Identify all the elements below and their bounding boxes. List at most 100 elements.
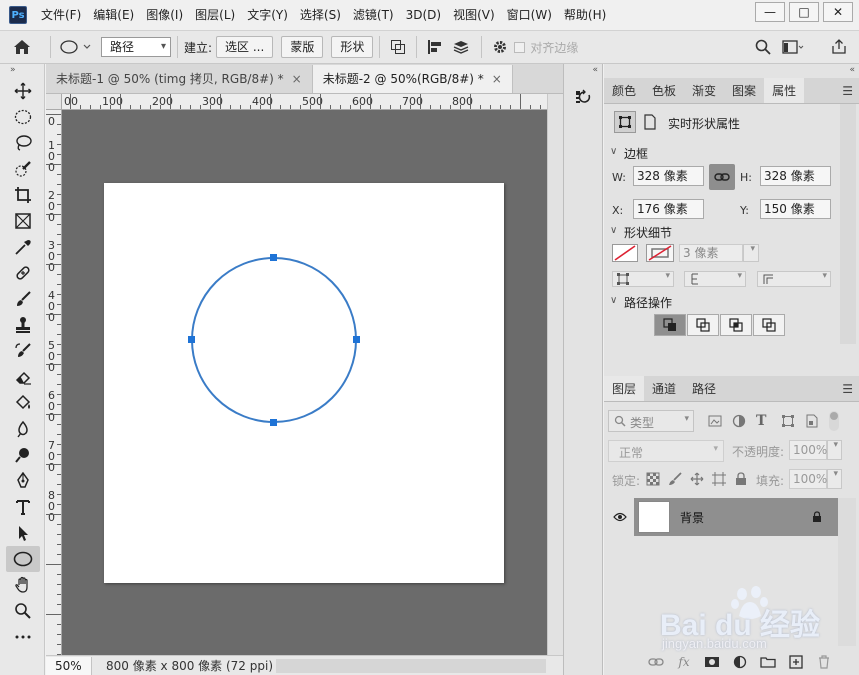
shape-properties-icon[interactable] — [614, 111, 636, 133]
tab-gradients[interactable]: 渐变 — [684, 78, 724, 103]
clone-stamp-tool-icon[interactable] — [6, 312, 40, 338]
exclude-overlap-icon[interactable] — [753, 314, 785, 336]
more-tools-icon[interactable] — [6, 624, 40, 650]
dodge-tool-icon[interactable] — [6, 442, 40, 468]
stroke-corner-select[interactable] — [757, 271, 831, 287]
make-selection-button[interactable]: 选区 ... — [216, 36, 274, 58]
workspace-icon[interactable] — [780, 35, 806, 59]
eyedropper-tool-icon[interactable] — [6, 234, 40, 260]
fill-field[interactable]: 100% — [789, 469, 827, 489]
menu-type[interactable]: 文字(Y) — [241, 0, 294, 30]
lock-pixels-icon[interactable] — [668, 472, 682, 489]
chevron-down-icon[interactable]: ∨ — [610, 295, 617, 306]
collapse-icon[interactable]: « — [604, 64, 859, 78]
home-icon[interactable] — [0, 35, 44, 59]
circle-path-outline[interactable] — [191, 257, 357, 423]
chevron-down-icon[interactable]: ∨ — [610, 146, 617, 157]
combine-shapes-icon[interactable] — [654, 314, 686, 336]
anchor-point-left[interactable] — [188, 336, 195, 343]
filter-toggle-switch[interactable] — [829, 411, 839, 431]
height-field[interactable]: 328 像素 — [760, 166, 831, 186]
move-tool-icon[interactable] — [6, 78, 40, 104]
menu-select[interactable]: 选择(S) — [294, 0, 347, 30]
panel-menu-icon[interactable]: ☰ — [842, 382, 853, 396]
filter-kind-select[interactable]: 类型 ▾ — [608, 410, 694, 432]
visibility-eye-icon[interactable] — [604, 498, 634, 536]
collapse-icon[interactable]: » — [0, 64, 44, 78]
chevron-down-icon[interactable]: ∨ — [610, 225, 617, 236]
lock-position-icon[interactable] — [690, 472, 704, 489]
paint-bucket-tool-icon[interactable] — [6, 390, 40, 416]
x-field[interactable]: 176 像素 — [633, 199, 704, 219]
close-icon[interactable]: × — [292, 72, 302, 86]
zoom-tool-icon[interactable] — [6, 598, 40, 624]
document-canvas[interactable] — [104, 183, 504, 583]
tab-layers[interactable]: 图层 — [604, 376, 645, 401]
layer-row[interactable]: 背景 — [604, 498, 859, 536]
anchor-point-bottom[interactable] — [270, 419, 277, 426]
link-icon[interactable] — [709, 164, 735, 190]
fill-swatch[interactable] — [612, 244, 638, 262]
stroke-width-field[interactable]: 3 像素 — [679, 244, 743, 262]
doc-tab-1[interactable]: 未标题-1 @ 50% (timg 拷贝, RGB/8#) * × — [46, 65, 313, 93]
path-arrangement-icon[interactable] — [447, 35, 475, 59]
tab-color[interactable]: 颜色 — [604, 78, 644, 103]
blur-tool-icon[interactable] — [6, 416, 40, 442]
tab-paths[interactable]: 路径 — [684, 376, 724, 401]
zoom-level-field[interactable]: 50% — [46, 656, 92, 675]
path-operations-icon[interactable] — [386, 35, 410, 59]
menu-edit[interactable]: 编辑(E) — [87, 0, 140, 30]
menu-filter[interactable]: 滤镜(T) — [347, 0, 400, 30]
maximize-button[interactable]: □ — [789, 2, 819, 22]
tab-properties[interactable]: 属性 — [764, 78, 805, 103]
menu-view[interactable]: 视图(V) — [447, 0, 501, 30]
layer-style-fx-icon[interactable]: fx — [675, 653, 693, 671]
filter-pixel-icon[interactable] — [708, 414, 722, 431]
new-layer-icon[interactable] — [787, 653, 805, 671]
y-field[interactable]: 150 像素 — [760, 199, 831, 219]
delete-layer-trash-icon[interactable] — [815, 653, 833, 671]
vertical-scrollbar[interactable] — [547, 94, 563, 655]
new-adjustment-layer-icon[interactable] — [731, 653, 749, 671]
type-tool-icon[interactable] — [6, 494, 40, 520]
menu-image[interactable]: 图像(I) — [140, 0, 189, 30]
close-button[interactable]: ✕ — [823, 2, 853, 22]
path-alignment-icon[interactable] — [423, 35, 447, 59]
eraser-tool-icon[interactable] — [6, 364, 40, 390]
lock-artboard-icon[interactable] — [712, 472, 726, 489]
stroke-width-dropdown[interactable] — [743, 244, 759, 262]
brush-tool-icon[interactable] — [6, 286, 40, 312]
subtract-shape-icon[interactable] — [687, 314, 719, 336]
opacity-dropdown[interactable] — [827, 440, 842, 460]
layers-scrollbar[interactable] — [838, 498, 856, 646]
search-icon[interactable] — [752, 35, 774, 59]
stroke-align-select[interactable] — [684, 271, 746, 287]
stroke-type-select[interactable] — [612, 271, 674, 287]
new-group-folder-icon[interactable] — [759, 653, 777, 671]
lock-all-icon[interactable] — [735, 472, 747, 489]
collapse-icon[interactable]: « — [564, 64, 602, 78]
mode-select[interactable]: 路径 — [101, 37, 171, 57]
mask-button[interactable]: 蒙版 — [281, 36, 324, 58]
menu-layer[interactable]: 图层(L) — [189, 0, 241, 30]
intersect-shape-icon[interactable] — [720, 314, 752, 336]
ellipse-tool-preset-icon[interactable] — [57, 35, 97, 59]
add-mask-icon[interactable] — [703, 653, 721, 671]
quick-selection-tool-icon[interactable] — [6, 156, 40, 182]
menu-3d[interactable]: 3D(D) — [400, 0, 447, 30]
link-layers-icon[interactable] — [647, 653, 665, 671]
stroke-swatch[interactable] — [646, 244, 674, 262]
filter-smart-object-icon[interactable] — [805, 414, 819, 431]
ruler-origin[interactable] — [46, 94, 62, 110]
properties-scrollbar[interactable] — [840, 104, 856, 344]
horizontal-ruler[interactable]: 00 100 200 300 400 500 600 700 800 — [62, 94, 547, 110]
gear-icon[interactable] — [488, 35, 512, 59]
fill-dropdown[interactable] — [827, 469, 842, 489]
filter-type-icon[interactable]: T — [756, 413, 766, 429]
width-field[interactable]: 328 像素 — [633, 166, 704, 186]
hand-tool-icon[interactable] — [6, 572, 40, 598]
lasso-tool-icon[interactable] — [6, 130, 40, 156]
anchor-point-top[interactable] — [270, 254, 277, 261]
vertical-ruler[interactable]: 0 1 0 0 2 0 0 3 0 0 4 0 0 5 0 0 6 0 0 7 … — [46, 110, 62, 655]
filter-shape-icon[interactable] — [781, 414, 795, 431]
